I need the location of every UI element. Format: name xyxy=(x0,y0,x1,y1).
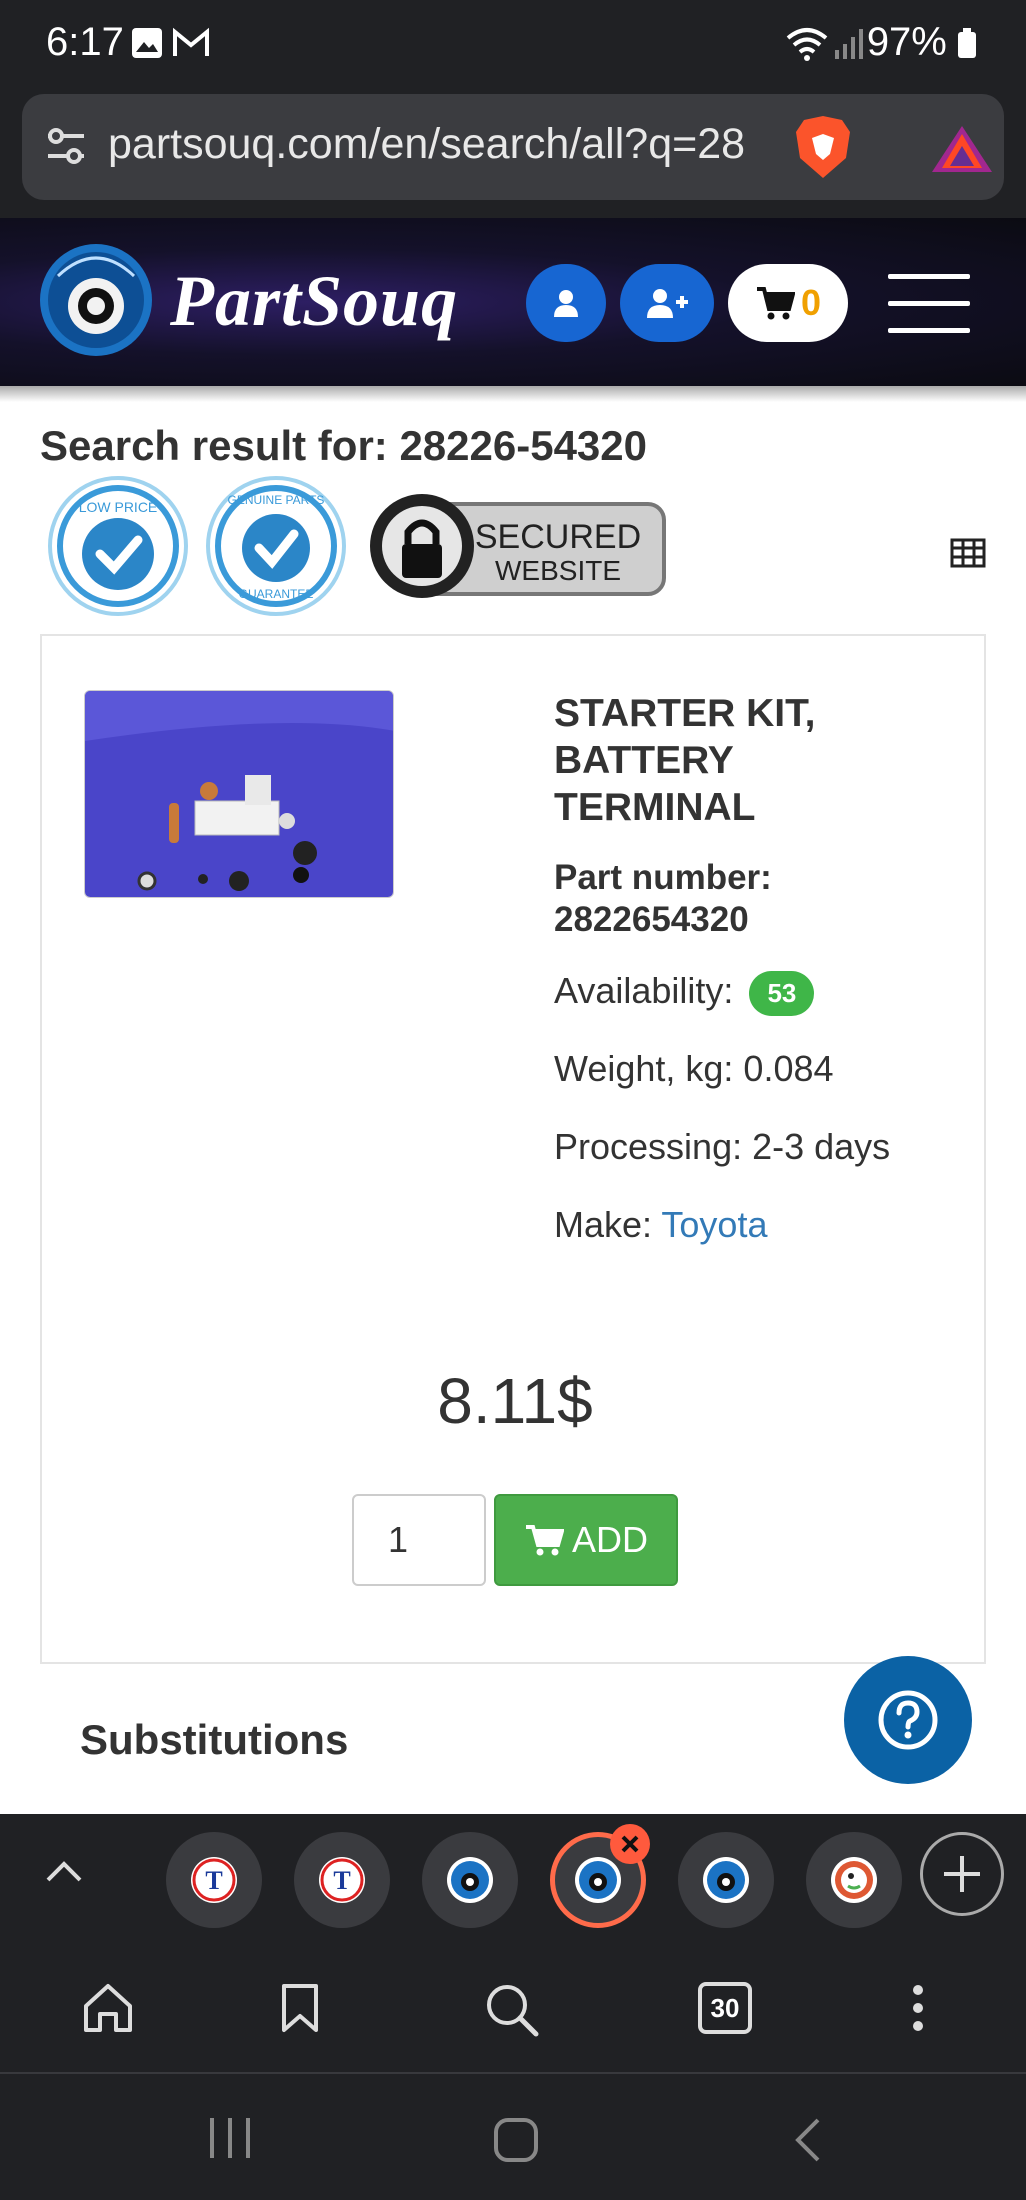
cart-icon xyxy=(756,287,795,320)
cart-icon xyxy=(525,1525,564,1556)
more-options-icon[interactable] xyxy=(908,1982,928,2034)
url-text[interactable]: partsouq.com/en/search/all?q=28 xyxy=(108,120,788,169)
hamburger-menu-icon[interactable] xyxy=(888,274,970,334)
home-icon[interactable] xyxy=(80,1982,136,2034)
battery-level: 97% xyxy=(867,20,976,65)
gmail-icon xyxy=(173,27,209,56)
help-button[interactable] xyxy=(844,1656,972,1784)
part-number-label: Part number: xyxy=(554,858,772,897)
substitutions-heading: Substitutions xyxy=(80,1716,349,1763)
low-price-badge: LOW PRICE xyxy=(48,476,188,616)
system-nav-bar xyxy=(0,2072,1026,2200)
tab-count-button[interactable]: 30 xyxy=(698,1982,752,2034)
gallery-icon xyxy=(132,28,162,58)
guarantee-text: GUARANTEE xyxy=(239,587,314,601)
add-user-icon xyxy=(647,289,688,318)
wifi-icon xyxy=(786,28,828,61)
signal-icon xyxy=(835,29,863,59)
site-header: PartSouq 0 xyxy=(0,218,1026,402)
t-site-icon: T xyxy=(191,1857,237,1903)
product-price: 8.11$ xyxy=(437,1365,593,1437)
cart-button[interactable]: 0 xyxy=(728,264,848,342)
tab-2[interactable]: T xyxy=(294,1832,390,1928)
add-button-label: ADD xyxy=(571,1519,648,1560)
part-number-value: 2822654320 xyxy=(554,900,749,939)
tab-3[interactable] xyxy=(422,1832,518,1928)
back-icon[interactable] xyxy=(790,2116,824,2164)
cart-count: 0 xyxy=(800,282,822,323)
brave-rewards-icon[interactable] xyxy=(930,124,994,174)
search-result-title: Search result for: 28226-54320 xyxy=(40,422,648,469)
brand-name[interactable]: PartSouq xyxy=(170,260,458,343)
add-to-cart-button[interactable]: ADD xyxy=(494,1494,678,1586)
chevron-up-icon[interactable] xyxy=(44,1858,84,1884)
processing-row: Processing: 2-3 days xyxy=(554,1126,891,1167)
availability-row: Availability: 53 xyxy=(554,970,815,1016)
tab-6[interactable] xyxy=(806,1832,902,1928)
status-time: 6:17 xyxy=(46,20,124,64)
product-title[interactable]: STARTER KIT, BATTERY TERMINAL xyxy=(554,690,934,831)
status-bar: 6:17 97% xyxy=(0,0,1026,88)
genuine-parts-text: GENUINE PARTS xyxy=(228,493,325,507)
close-icon xyxy=(621,1835,639,1853)
home-nav-icon[interactable] xyxy=(492,2116,540,2164)
svg-text:T: T xyxy=(205,1866,222,1895)
register-button[interactable] xyxy=(620,264,714,342)
product-card: STARTER KIT, BATTERY TERMINAL Part numbe… xyxy=(40,634,986,1664)
recent-apps-icon[interactable] xyxy=(206,2116,254,2160)
svg-text:T: T xyxy=(333,1866,350,1895)
partsouq-tab-icon xyxy=(447,1857,493,1903)
secured-text: SECURED xyxy=(475,518,641,556)
close-tab-button[interactable] xyxy=(610,1824,650,1864)
product-photo xyxy=(85,691,393,897)
secured-website-badge: SECURED WEBSITE xyxy=(370,494,666,598)
bookmark-icon[interactable] xyxy=(280,1982,320,2034)
battery-text: 97% xyxy=(866,20,947,64)
login-button[interactable] xyxy=(526,264,606,342)
weight-row: Weight, kg: 0.084 xyxy=(554,1048,834,1089)
browser-toolbar: 30 xyxy=(0,1946,1026,2072)
website-text: WEBSITE xyxy=(495,555,621,586)
grid-view-icon[interactable] xyxy=(950,538,986,568)
plus-icon xyxy=(944,1856,980,1892)
make-link[interactable]: Toyota xyxy=(661,1204,767,1245)
partsouq-tab-icon xyxy=(575,1857,621,1903)
tab-strip: T T xyxy=(0,1814,1026,1946)
site-settings-icon[interactable] xyxy=(44,126,88,166)
partsouq-tab-icon xyxy=(703,1857,749,1903)
browser-bar: partsouq.com/en/search/all?q=28 xyxy=(0,88,1026,218)
duckduckgo-icon xyxy=(831,1857,877,1903)
new-tab-button[interactable] xyxy=(920,1832,1004,1916)
t-site-icon: T xyxy=(319,1857,365,1903)
genuine-parts-badge: GENUINE PARTS GUARANTEE xyxy=(206,476,346,616)
address-bar[interactable]: partsouq.com/en/search/all?q=28 xyxy=(22,94,1004,200)
battery-icon xyxy=(958,28,976,58)
question-icon xyxy=(878,1690,938,1750)
brave-shields-icon[interactable] xyxy=(792,114,854,180)
tab-5[interactable] xyxy=(678,1832,774,1928)
quantity-input[interactable]: 1 xyxy=(352,1494,486,1586)
make-label: Make: xyxy=(554,1204,653,1245)
tab-1[interactable]: T xyxy=(166,1832,262,1928)
low-price-text: LOW PRICE xyxy=(79,499,158,515)
availability-label: Availability: xyxy=(554,970,734,1011)
make-row: Make: Toyota xyxy=(554,1204,767,1246)
search-icon[interactable] xyxy=(484,1982,540,2038)
availability-badge: 53 xyxy=(749,970,815,1016)
partsouq-logo-icon[interactable] xyxy=(38,236,154,364)
product-image[interactable] xyxy=(84,690,394,898)
user-icon xyxy=(554,290,578,317)
